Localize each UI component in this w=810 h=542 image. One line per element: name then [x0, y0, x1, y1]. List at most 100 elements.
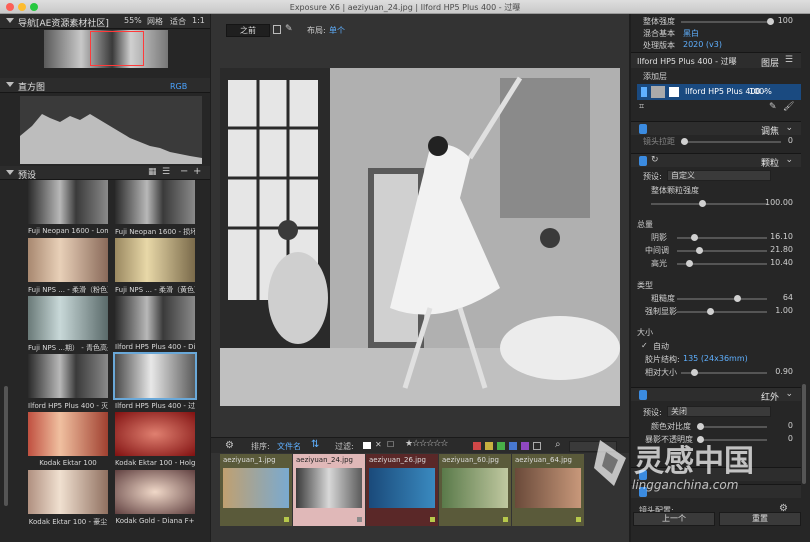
preset-item[interactable]: Kodak Ektar 100 - Holga 120: [115, 412, 195, 472]
presets-header[interactable]: 预设 ▦ ☰ − +: [0, 166, 210, 181]
overlay-header[interactable]: [631, 467, 801, 481]
color-label-red[interactable]: [473, 442, 481, 450]
grain-total-value[interactable]: 100.00: [761, 198, 793, 207]
lens-toggle[interactable]: [639, 487, 647, 497]
crop-icon[interactable]: ⌗: [639, 102, 644, 112]
highlights-slider[interactable]: [677, 260, 767, 267]
preset-item[interactable]: Fuji NPS ... - 柔滑（粉色）: [28, 238, 108, 298]
relative-size-value[interactable]: 0.90: [761, 367, 793, 376]
filmstrip-item[interactable]: aeziyuan_60.jpg: [439, 454, 511, 526]
preset-item[interactable]: Ilford HP5 Plus 400 - Diana F+: [115, 296, 195, 356]
layer-mask-thumbnail[interactable]: [669, 87, 679, 97]
add-preset-icon[interactable]: +: [193, 166, 201, 177]
preset-item[interactable]: Ilford HP5 Plus 400 - 灭曝: [28, 354, 108, 414]
layers-menu-icon[interactable]: ☰: [785, 55, 793, 65]
chevron-down-icon[interactable]: ⌄: [785, 155, 793, 165]
grain-preset-select[interactable]: 自定义: [667, 170, 771, 181]
pushed-value[interactable]: 1.00: [761, 306, 793, 315]
collapse-icon[interactable]: [6, 18, 14, 23]
color-contrast-value[interactable]: 0: [771, 421, 793, 430]
collapse-icon[interactable]: [6, 170, 14, 175]
intensity-slider[interactable]: [681, 18, 774, 25]
color-label-blue[interactable]: [509, 442, 517, 450]
preset-item[interactable]: Fuji Neopan 1600 - 损坏: [115, 180, 195, 240]
lens-header[interactable]: [631, 484, 801, 498]
color-label-green[interactable]: [497, 442, 505, 450]
blend-select[interactable]: 黑白: [683, 28, 699, 39]
search-icon[interactable]: ⌕: [555, 439, 561, 450]
reset-icon[interactable]: ↻: [651, 155, 659, 165]
navigator-1to1-button[interactable]: 1:1: [192, 16, 205, 25]
lens-blur-slider[interactable]: [681, 138, 781, 145]
preset-item[interactable]: Kodak Ektar 100 - 豪尘: [28, 470, 108, 530]
focus-toggle[interactable]: [639, 124, 647, 134]
before-button[interactable]: 之前: [226, 24, 270, 37]
navigator-header[interactable]: 导航[AE资源素材社区] 55% 网格 适合 1:1: [0, 14, 210, 29]
color-contrast-slider[interactable]: [697, 423, 767, 430]
shadows-slider[interactable]: [677, 234, 767, 241]
grain-header[interactable]: ↻ 颗粒 ⌄: [631, 153, 801, 169]
reset-button[interactable]: 重置: [719, 512, 801, 526]
grain-total-slider[interactable]: [651, 200, 767, 207]
infrared-header[interactable]: 红外 ⌄: [631, 387, 801, 403]
midtones-value[interactable]: 21.80: [761, 245, 793, 254]
filmstrip-item-selected[interactable]: aeziyuan_24.jpg: [293, 454, 365, 526]
layer-opacity[interactable]: 100%: [749, 87, 772, 96]
color-label-none[interactable]: [533, 442, 541, 450]
preset-item[interactable]: Fuji NPS ...期） - 青色高光: [28, 296, 108, 356]
pen-icon[interactable]: ✎: [769, 102, 777, 112]
list-view-icon[interactable]: ☰: [162, 167, 170, 177]
preset-item[interactable]: Fuji NPS ... - 柔滑（黄色）: [115, 238, 195, 298]
sort-direction-icon[interactable]: ⇅: [311, 439, 319, 450]
film-select[interactable]: 135 (24x36mm): [683, 354, 748, 363]
version-select[interactable]: 2020 (v3): [683, 40, 722, 49]
focus-header[interactable]: 调焦 ⌄: [631, 121, 801, 137]
infrared-toggle[interactable]: [639, 390, 647, 400]
lens-blur-value[interactable]: 0: [779, 136, 793, 145]
layer-row[interactable]: Ilford HP5 Plus 400 - 100%: [637, 84, 801, 100]
ir-preset-select[interactable]: 关闭: [667, 406, 771, 417]
highlights-value[interactable]: 10.40: [761, 258, 793, 267]
filmstrip-item[interactable]: aeziyuan_1.jpg: [220, 454, 292, 526]
navigator-fit-button[interactable]: 适合: [170, 16, 186, 27]
add-layer-label[interactable]: 添加层: [643, 71, 667, 82]
flag-filter-icon[interactable]: [363, 442, 371, 449]
previous-button[interactable]: 上一个: [633, 512, 715, 526]
comment-filter-icon[interactable]: ☐: [387, 440, 394, 449]
preset-item[interactable]: Fuji Neopan 1600 - Lomo LCA: [28, 180, 108, 240]
grid-view-icon[interactable]: ▦: [148, 167, 157, 177]
overlay-toggle[interactable]: [639, 470, 647, 480]
roughness-slider[interactable]: [677, 295, 767, 302]
navigator-viewport-rect[interactable]: [90, 31, 144, 66]
collapse-icon[interactable]: [6, 82, 14, 87]
midtones-slider[interactable]: [677, 247, 767, 254]
filmstrip-item[interactable]: aeziyuan_64.jpg: [512, 454, 584, 526]
relative-size-slider[interactable]: [681, 369, 767, 376]
brush-icon[interactable]: ✎: [285, 24, 293, 34]
grain-toggle[interactable]: [639, 156, 647, 166]
preset-item-selected[interactable]: Ilford HP5 Plus 400 - 过曝: [113, 352, 197, 414]
layout-select[interactable]: 单个: [329, 25, 345, 36]
reject-filter-icon[interactable]: ✕: [375, 440, 382, 449]
chevron-down-icon[interactable]: ⌄: [785, 123, 793, 133]
gear-icon[interactable]: ⚙: [225, 440, 234, 451]
right-scrollbar[interactable]: [802, 384, 806, 484]
color-label-purple[interactable]: [521, 442, 529, 450]
histogram-mode-select[interactable]: RGB: [170, 82, 187, 91]
layer-visibility-toggle[interactable]: [641, 87, 647, 97]
filmstrip-item[interactable]: aeziyuan_26.jpg: [366, 454, 438, 526]
preset-item[interactable]: Kodak Ektar 100: [28, 412, 108, 472]
navigator-zoom[interactable]: 55%: [124, 16, 142, 25]
chevron-down-icon[interactable]: ⌄: [785, 389, 793, 399]
presets-scrollbar[interactable]: [4, 386, 8, 506]
auto-checkbox-icon[interactable]: ✓: [641, 341, 648, 350]
sunlight-opacity-slider[interactable]: [697, 436, 767, 443]
compare-icon[interactable]: [273, 25, 281, 34]
main-photo[interactable]: [220, 68, 620, 406]
color-label-yellow[interactable]: [485, 442, 493, 450]
remove-preset-icon[interactable]: −: [180, 166, 188, 177]
navigator-grid-button[interactable]: 网格: [147, 16, 163, 27]
sort-select[interactable]: 文件名: [277, 441, 301, 452]
pushed-slider[interactable]: [677, 308, 767, 315]
roughness-value[interactable]: 64: [761, 293, 793, 302]
